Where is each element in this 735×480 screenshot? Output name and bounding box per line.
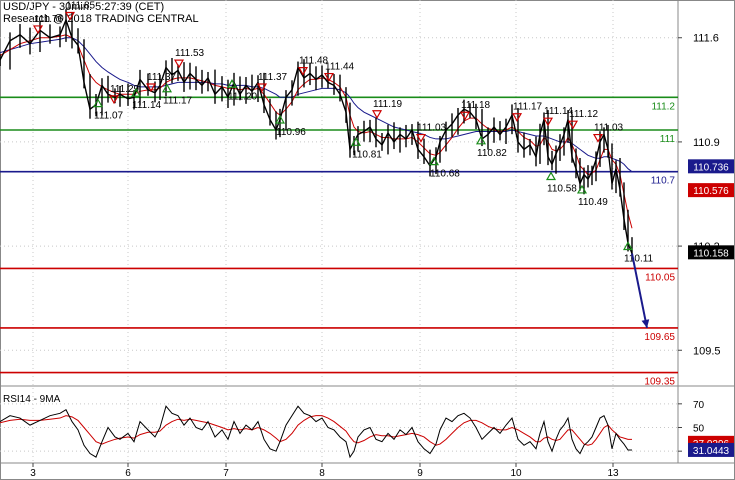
price-tag-label: 110.576 (693, 186, 729, 197)
swing-low-label: 110.96 (276, 127, 306, 138)
swing-high-label: 111.37 (147, 72, 177, 83)
rsi-y-tick-label: 50 (693, 424, 705, 435)
swing-high-label: 111.37 (258, 72, 288, 83)
price-tag-label: 110.158 (693, 248, 729, 259)
swing-low-label: 110.58 (547, 184, 577, 195)
swing-high-marker (64, 11, 76, 21)
x-tick-label: 6 (125, 468, 131, 479)
swing-high-label: 111.76 (34, 14, 64, 25)
swing-high-label: 111.18 (461, 100, 491, 111)
forecast-arrow-head (641, 319, 650, 328)
x-tick-label: 3 (30, 468, 36, 479)
swing-high-label: 111.03 (417, 123, 447, 134)
swing-high-marker (567, 120, 579, 130)
level-label: 111.2 (651, 101, 675, 112)
swing-low-label: 110.11 (624, 253, 654, 264)
x-tick-label: 13 (607, 468, 619, 479)
price-tag-label: 110.736 (693, 162, 729, 173)
swing-high-label: 111.12 (569, 109, 599, 120)
swing-high-label: 111.85 (66, 1, 96, 12)
chart-canvas: 367891013109.5110.2110.9111.6111.2111110… (0, 0, 735, 480)
swing-low-label: 110.82 (477, 148, 507, 159)
swing-high-label: 111.53 (175, 48, 205, 59)
y-tick-label: 109.5 (693, 345, 721, 357)
swing-low-label: 111.20 (228, 91, 258, 102)
swing-low-label: 111.07 (94, 111, 124, 122)
rsi-value-label: 31.0443 (693, 446, 730, 457)
swing-low-marker (545, 171, 557, 181)
swing-high-label: 111.17 (513, 102, 543, 113)
x-tick-label: 10 (510, 468, 522, 479)
rsi-y-tick-label: 70 (693, 400, 705, 411)
rsi-title: RSI14 - 9MA (3, 394, 61, 405)
swing-high-marker (32, 25, 44, 35)
level-label: 110.05 (645, 272, 675, 283)
forecast-arrow (631, 253, 648, 329)
rsi-ma-line (0, 415, 632, 446)
x-tick-label: 8 (319, 468, 325, 479)
y-tick-label: 111.6 (693, 33, 719, 45)
x-tick-label: 9 (417, 468, 423, 479)
swing-low-marker (576, 184, 588, 194)
swing-low-label: 110.49 (578, 197, 608, 208)
swing-high-label: 111.44 (325, 62, 355, 73)
chart-frame (0, 0, 735, 480)
swing-high-label: 111.03 (594, 123, 624, 134)
swing-high-label: 111.29 (110, 84, 140, 95)
swing-high-marker (459, 111, 471, 121)
price-series (0, 9, 633, 260)
swing-high-marker (173, 59, 185, 69)
swing-low-label: 110.81 (352, 149, 382, 160)
rsi-line (0, 405, 632, 459)
swing-low-marker (428, 156, 440, 166)
y-tick-label: 110.9 (693, 137, 720, 149)
level-label: 109.65 (644, 332, 675, 343)
level-label: 111 (660, 134, 676, 145)
level-label: 109.35 (644, 377, 675, 388)
swing-low-label: 111.17 (163, 96, 193, 107)
swing-low-label: 110.68 (430, 169, 460, 180)
swing-high-marker (511, 113, 523, 122)
swing-high-label: 111.19 (373, 99, 403, 110)
level-label: 110.7 (651, 176, 676, 187)
x-tick-label: 7 (223, 468, 229, 479)
swing-low-marker (92, 98, 104, 108)
swing-low-label: 111.14 (132, 100, 162, 111)
